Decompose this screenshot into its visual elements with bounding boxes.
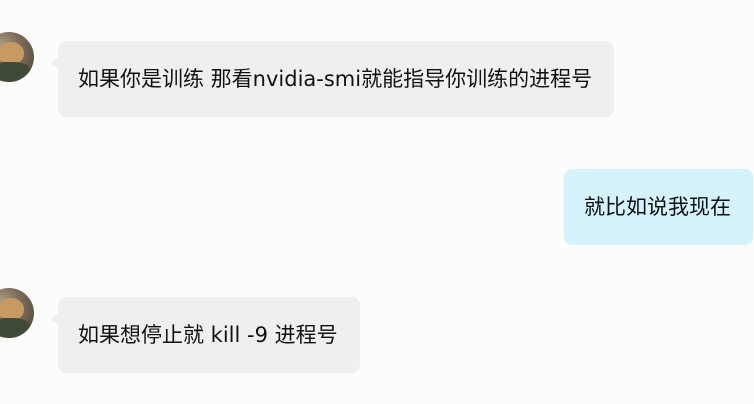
avatar-fur (0, 298, 24, 320)
incoming-message-bubble[interactable]: 如果想停止就 kill -9 进程号 (50, 297, 360, 373)
avatar-shade (0, 62, 30, 82)
message-text: 就比如说我现在 (584, 195, 731, 219)
outgoing-message-bubble[interactable]: 就比如说我现在 (564, 169, 753, 245)
avatar-fur (0, 42, 24, 64)
message-text: 如果想停止就 kill -9 进程号 (78, 323, 338, 347)
avatar-shade (0, 318, 30, 338)
chat-window: 如果你是训练 那看nvidia-smi就能指导你训练的进程号 就比如说我现在 如… (0, 0, 754, 404)
contact-avatar[interactable] (0, 32, 34, 82)
message-text: 如果你是训练 那看nvidia-smi就能指导你训练的进程号 (78, 67, 593, 91)
contact-avatar[interactable] (0, 288, 34, 338)
incoming-message-bubble[interactable]: 如果你是训练 那看nvidia-smi就能指导你训练的进程号 (49, 41, 615, 117)
